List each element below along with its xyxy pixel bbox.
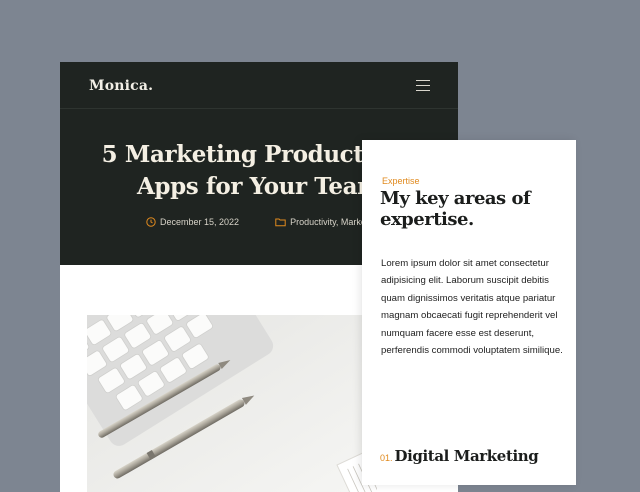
expertise-item-title[interactable]: Digital Marketing <box>395 447 539 465</box>
clock-icon <box>146 217 156 227</box>
expertise-item[interactable]: 01. Digital Marketing <box>380 447 539 465</box>
expertise-eyebrow: Expertise <box>382 176 420 186</box>
expertise-item-number: 01. <box>380 453 393 463</box>
post-date-text: December 15, 2022 <box>160 217 240 227</box>
post-date: December 15, 2022 <box>146 217 239 227</box>
top-navbar: Monica. <box>60 62 458 109</box>
folder-icon <box>275 218 286 227</box>
hamburger-menu-icon[interactable] <box>416 80 430 91</box>
expertise-body: Lorem ipsum dolor sit amet consectetur a… <box>381 258 563 357</box>
expertise-title: My key areas of expertise. <box>380 188 531 230</box>
site-logo[interactable]: Monica. <box>89 78 153 94</box>
expertise-card: Expertise My key areas of expertise. Lor… <box>362 140 576 485</box>
post-featured-image <box>87 315 377 492</box>
